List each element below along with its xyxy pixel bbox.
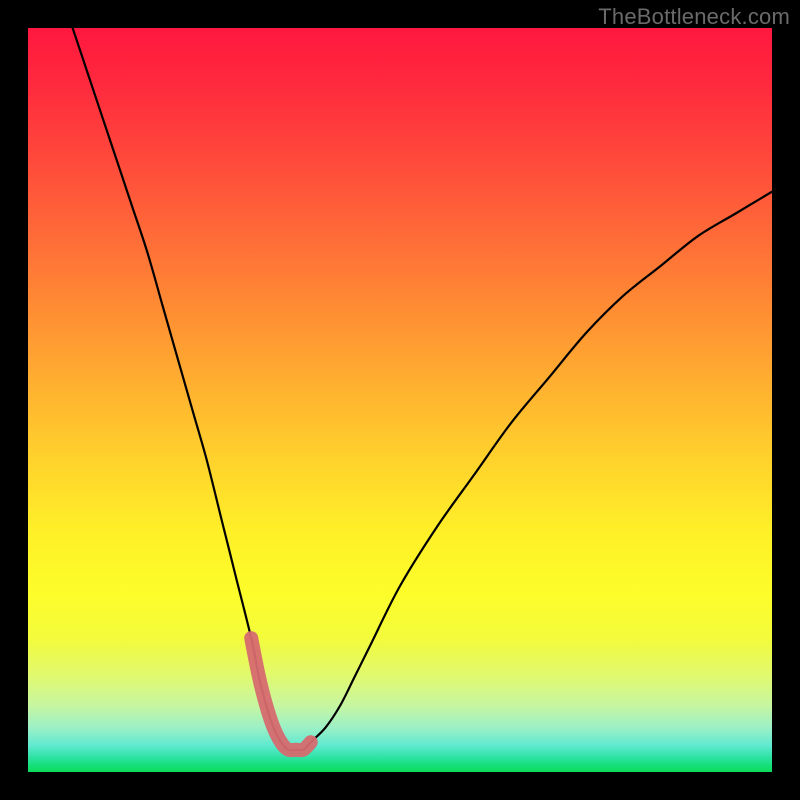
watermark-text: TheBottleneck.com [598, 4, 790, 30]
chart-frame: TheBottleneck.com [0, 0, 800, 800]
bottleneck-curve [73, 28, 772, 750]
curve-svg [28, 28, 772, 772]
minimum-marker [251, 638, 311, 750]
plot-area [28, 28, 772, 772]
